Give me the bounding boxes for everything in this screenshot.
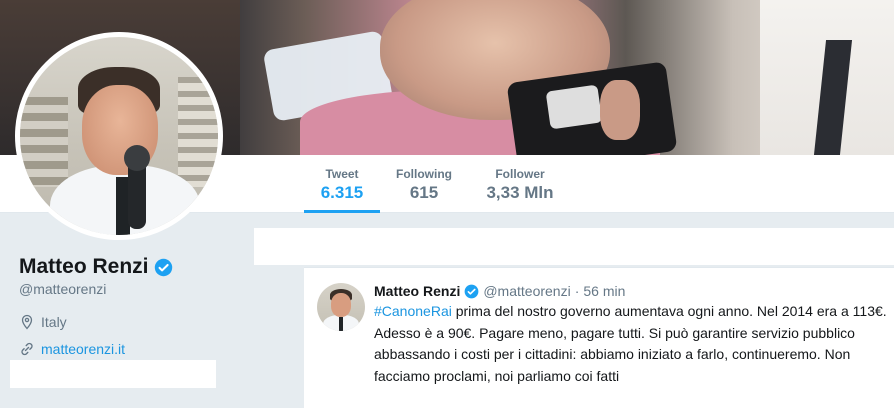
stat-followers-value: 3,33 Mln (486, 183, 554, 202)
verified-badge-icon (154, 258, 172, 276)
profile-handle[interactable]: @matteorenzi (19, 281, 106, 297)
profile-name[interactable]: Matteo Renzi (19, 255, 149, 279)
stat-following[interactable]: Following 615 (388, 155, 460, 213)
stat-followers-label: Follower (495, 167, 545, 181)
profile-blank-strip (10, 360, 216, 388)
stat-following-value: 615 (409, 183, 439, 202)
tweet-body: prima del nostro governo aumentava ogni … (374, 303, 887, 384)
tweet-header: Matteo Renzi @matteorenzi · 56 min (374, 283, 625, 299)
link-icon (21, 342, 33, 356)
profile-avatar[interactable] (15, 32, 223, 240)
tweet-author-handle[interactable]: @matteorenzi (483, 283, 570, 299)
profile-name-row: Matteo Renzi (19, 255, 173, 279)
verified-badge-icon (464, 284, 479, 298)
tweet-avatar-face (331, 293, 351, 317)
tweet-author-name[interactable]: Matteo Renzi (374, 283, 460, 299)
profile-location: Italy (19, 314, 67, 330)
tweet-text: #CanoneRai prima del nostro governo aume… (374, 301, 889, 387)
header-photo-hand (600, 80, 640, 140)
tweet-timestamp[interactable]: 56 min (583, 283, 625, 299)
stat-followers[interactable]: Follower 3,33 Mln (478, 155, 562, 213)
stat-tweets-label: Tweet (325, 167, 359, 181)
stat-tweets[interactable]: Tweet 6.315 (304, 155, 380, 213)
tweet-card[interactable]: Matteo Renzi @matteorenzi · 56 min #Cano… (304, 267, 894, 408)
empty-panel (254, 228, 894, 265)
tweet-avatar-tie (339, 317, 343, 331)
profile-location-text: Italy (41, 314, 67, 330)
header-photo-phone-screen (545, 84, 603, 130)
tweet-hashtag[interactable]: #CanoneRai (374, 303, 452, 319)
stat-tweets-value: 6.315 (320, 183, 364, 202)
profile-website-link[interactable]: matteorenzi.it (41, 341, 125, 357)
profile-website[interactable]: matteorenzi.it (19, 341, 125, 357)
avatar-microphone-head (124, 145, 150, 171)
tweet-author-avatar[interactable] (317, 283, 365, 331)
location-pin-icon (21, 314, 33, 330)
avatar-bg-shelf (20, 97, 68, 187)
stat-following-label: Following (396, 167, 452, 181)
avatar-bg-shelf-right (178, 77, 218, 187)
tweet-separator: · (574, 283, 580, 299)
